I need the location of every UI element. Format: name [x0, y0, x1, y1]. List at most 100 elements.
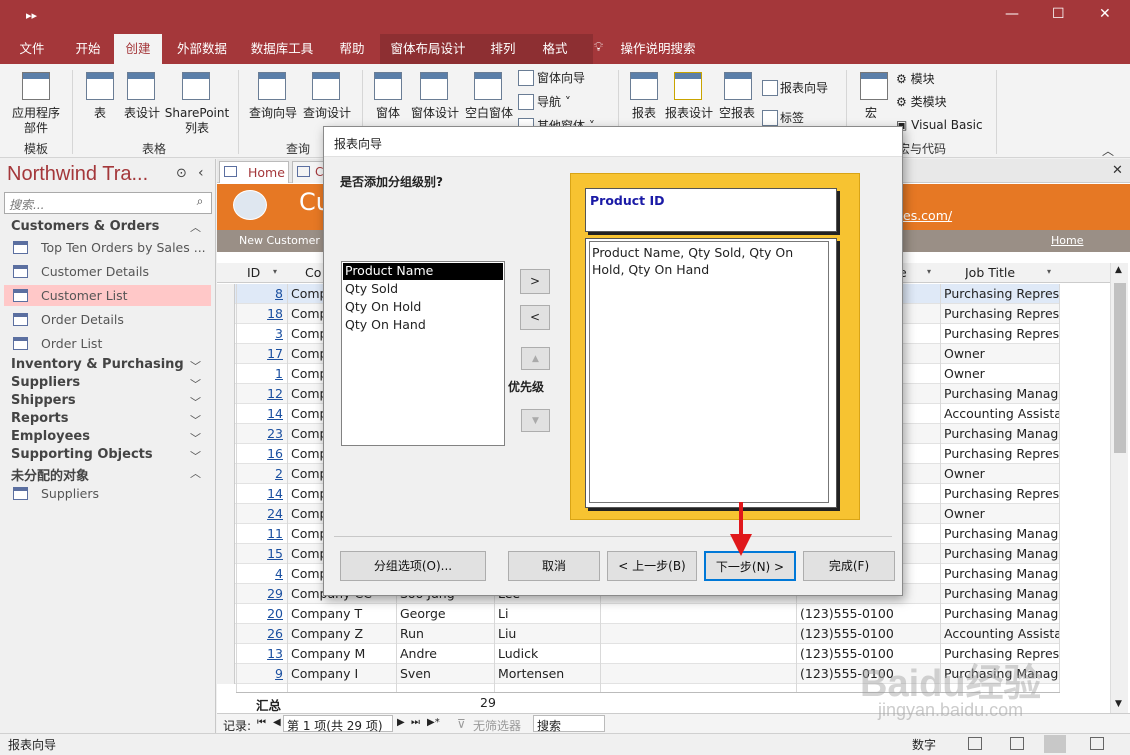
nav-group-employees[interactable]: Employees [11, 429, 90, 444]
nav-search-box[interactable]: 搜索... ⌕ [4, 192, 212, 214]
tab-create[interactable]: 创建 [114, 34, 162, 64]
table-cell-job[interactable]: Purchasing Represe [941, 326, 1059, 341]
table-cell-id[interactable]: 24 [236, 506, 286, 521]
table-cell-job[interactable]: Purchasing Represe [941, 286, 1059, 301]
vertical-scrollbar[interactable]: ▲ ▼ [1110, 263, 1128, 713]
report-button[interactable]: 报表 [626, 106, 662, 121]
table-cell-last[interactable]: Mortensen [495, 666, 599, 681]
table-cell-job[interactable]: Accounting Assista [941, 406, 1059, 421]
chevron-down-icon[interactable]: ﹀ [190, 394, 201, 410]
labels-button[interactable]: 标签 [780, 111, 804, 126]
nav-group-suppliers[interactable]: Suppliers [11, 375, 80, 390]
table-cell-id[interactable]: 20 [236, 606, 286, 621]
module-button[interactable]: ⚙︎ 模块 [896, 72, 935, 87]
query-design-button[interactable]: 查询设计 [300, 106, 354, 121]
nav-item-order-list[interactable]: Order List [41, 336, 102, 351]
form-button[interactable]: 窗体 [370, 106, 406, 121]
row-selector[interactable] [217, 324, 235, 344]
minimize-button[interactable]: — [1005, 6, 1019, 22]
nav-group-reports[interactable]: Reports [11, 411, 68, 426]
tab-file[interactable]: 文件 [8, 34, 56, 64]
scroll-down-icon[interactable]: ▼ [1115, 699, 1122, 709]
row-selector[interactable] [217, 384, 235, 404]
row-selector[interactable] [217, 604, 235, 624]
table-cell-job[interactable]: Purchasing Represe [941, 306, 1059, 321]
sort-dropdown-icon[interactable]: ▾ [927, 267, 931, 276]
close-button[interactable]: ✕ [1099, 6, 1111, 22]
nav-item-suppliers[interactable]: Suppliers [41, 486, 99, 501]
nav-item-customer-details[interactable]: Customer Details [41, 264, 149, 279]
form-header-link[interactable]: es.com/ [903, 208, 952, 223]
tab-arrange[interactable]: 排列 [480, 34, 526, 64]
home-link[interactable]: Home [1051, 234, 1083, 247]
table-cell-id[interactable]: 2 [236, 466, 286, 481]
table-cell-company[interactable]: Company M [288, 646, 394, 661]
close-document-icon[interactable]: ✕ [1112, 163, 1123, 178]
tab-help[interactable]: 帮助 [328, 34, 376, 64]
collapse-ribbon-icon[interactable]: ︿ [1102, 142, 1114, 159]
row-selector[interactable] [217, 524, 235, 544]
chevron-down-icon[interactable]: ﹀ [190, 412, 201, 428]
blank-report-button[interactable]: 空报表 [716, 106, 758, 121]
row-selector[interactable] [217, 564, 235, 584]
scroll-up-icon[interactable]: ▲ [1115, 265, 1122, 275]
row-selector[interactable] [217, 464, 235, 484]
priority-up-button[interactable]: ▲ [521, 347, 550, 370]
scrollbar-thumb[interactable] [1114, 283, 1126, 453]
nav-item-customer-list[interactable]: Customer List [41, 288, 128, 303]
table-cell-id[interactable]: 11 [236, 526, 286, 541]
tab-home[interactable]: 开始 [64, 34, 112, 64]
table-cell-job[interactable]: Purchasing Manage [941, 426, 1059, 441]
row-selector[interactable] [217, 344, 235, 364]
chevron-down-icon[interactable]: ﹀ [190, 430, 201, 446]
design-view-icon[interactable] [1090, 737, 1104, 750]
chevron-up-icon[interactable]: ︿ [190, 465, 201, 481]
row-selector[interactable] [217, 664, 235, 684]
table-cell-phone[interactable]: (123)555-0100 [797, 606, 939, 621]
row-selector[interactable] [217, 624, 235, 644]
table-cell-id[interactable]: 1 [236, 366, 286, 381]
remove-grouping-button[interactable]: < [520, 305, 550, 330]
table-cell-id[interactable]: 18 [236, 306, 286, 321]
chevron-down-icon[interactable]: ﹀ [190, 358, 201, 374]
table-cell-job[interactable]: Purchasing Manage [941, 566, 1059, 581]
row-selector[interactable] [217, 484, 235, 504]
navigation-button[interactable]: 导航 ˅ [537, 95, 571, 110]
back-button[interactable]: < 上一步(B) [607, 551, 697, 581]
class-module-button[interactable]: ⚙︎ 类模块 [896, 95, 947, 110]
search-icon[interactable]: ⌕ [191, 194, 209, 212]
nav-group-inventory[interactable]: Inventory & Purchasing [11, 357, 184, 372]
table-cell-id[interactable]: 29 [236, 586, 286, 601]
application-parts-button[interactable]: 应用程序 部件 [2, 106, 70, 136]
table-cell-first[interactable]: George [397, 606, 493, 621]
nav-group-supporting-objects[interactable]: Supporting Objects [11, 447, 153, 462]
table-cell-job[interactable]: Owner [941, 346, 1059, 361]
quick-access-icon[interactable]: ▸▸ [26, 9, 37, 22]
table-cell-last[interactable]: Liu [495, 626, 599, 641]
previous-record-icon[interactable]: ◀ [273, 717, 281, 728]
field-list-item[interactable]: Qty Sold [345, 281, 398, 296]
table-cell-company[interactable]: Company Z [288, 626, 394, 641]
table-cell-last[interactable]: Ludick [495, 646, 599, 661]
table-cell-id[interactable]: 9 [236, 666, 286, 681]
form-wizard-button[interactable]: 窗体向导 [537, 71, 585, 86]
table-cell-id[interactable]: 3 [236, 326, 286, 341]
table-cell-id[interactable]: 4 [236, 566, 286, 581]
macro-button[interactable]: 宏 [856, 106, 886, 121]
nav-collapse-icon[interactable]: ‹ [198, 165, 204, 181]
table-cell-company[interactable]: Company I [288, 666, 394, 681]
chevron-down-icon[interactable]: ﹀ [190, 448, 201, 464]
field-list-item[interactable]: Product Name [343, 263, 503, 280]
available-fields-list[interactable]: Product Name Qty Sold Qty On Hold Qty On… [341, 261, 505, 446]
table-cell-id[interactable]: 17 [236, 346, 286, 361]
row-selector[interactable] [217, 424, 235, 444]
table-cell-first[interactable]: Run [397, 626, 493, 641]
table-cell-last[interactable]: Li [495, 606, 599, 621]
field-list-item[interactable]: Qty On Hand [345, 317, 426, 332]
table-cell-job[interactable]: Purchasing Represe [941, 486, 1059, 501]
table-cell-job[interactable]: Owner [941, 506, 1059, 521]
row-selector[interactable] [217, 444, 235, 464]
no-filter-button[interactable]: 无筛选器 [473, 717, 521, 734]
nav-group-shippers[interactable]: Shippers [11, 393, 76, 408]
finish-button[interactable]: 完成(F) [803, 551, 895, 581]
